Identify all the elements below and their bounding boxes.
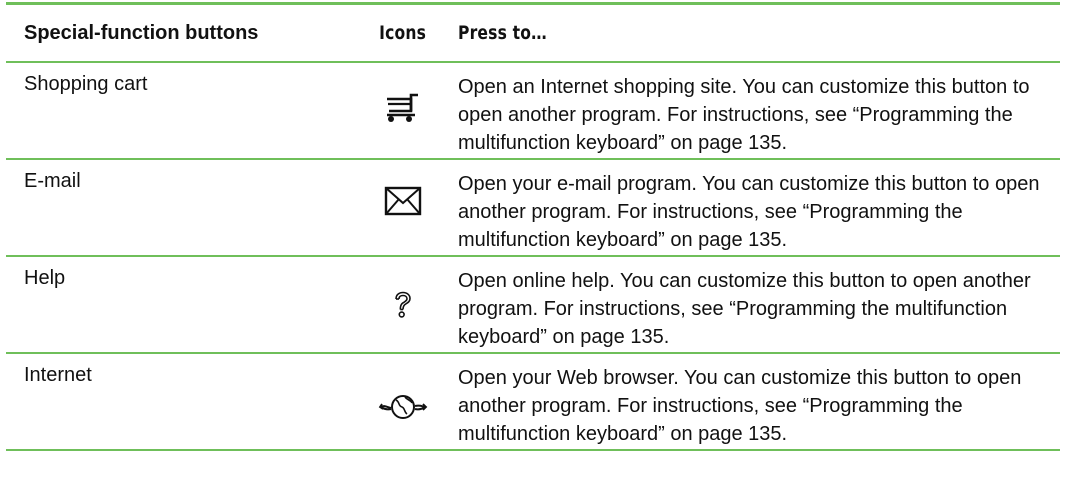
question-mark-icon <box>393 291 413 319</box>
header-icons: Icons <box>379 22 427 44</box>
header-cell-icons: Icons <box>348 22 458 44</box>
row-name: E-mail <box>24 170 81 192</box>
row-icon-cell <box>348 354 458 422</box>
row-description: Open an Internet shopping site. You can … <box>458 76 1030 154</box>
row-name: Help <box>24 267 66 289</box>
globe-arrows-icon <box>378 392 428 422</box>
header-press-to: Press to… <box>458 22 547 44</box>
special-function-buttons-table: Special-function buttons Icons Press to…… <box>6 2 1060 451</box>
header-cell-press: Press to… <box>458 22 1060 44</box>
row-description: Open your Web browser. You can customize… <box>458 367 1022 445</box>
header-cell-name: Special-function buttons <box>6 22 348 45</box>
envelope-icon <box>384 186 422 216</box>
row-icon-cell <box>348 63 458 123</box>
row-description: Open online help. You can customize this… <box>458 270 1031 348</box>
table-row: Internet Open your Web browser. You can … <box>6 354 1060 451</box>
row-name: Internet <box>24 364 92 386</box>
table-row: E-mail Open your e-mail program. You can… <box>6 160 1060 257</box>
table-header-row: Special-function buttons Icons Press to… <box>6 5 1060 63</box>
row-name: Shopping cart <box>24 73 148 95</box>
row-icon-cell <box>348 160 458 216</box>
shopping-cart-icon <box>385 93 421 123</box>
table-row: Help Open online help. You can customize… <box>6 257 1060 354</box>
header-special-function-buttons: Special-function buttons <box>24 21 259 44</box>
row-icon-cell <box>348 257 458 319</box>
table-row: Shopping cart Open an Internet shopping … <box>6 63 1060 160</box>
row-description: Open your e-mail program. You can custom… <box>458 173 1040 251</box>
